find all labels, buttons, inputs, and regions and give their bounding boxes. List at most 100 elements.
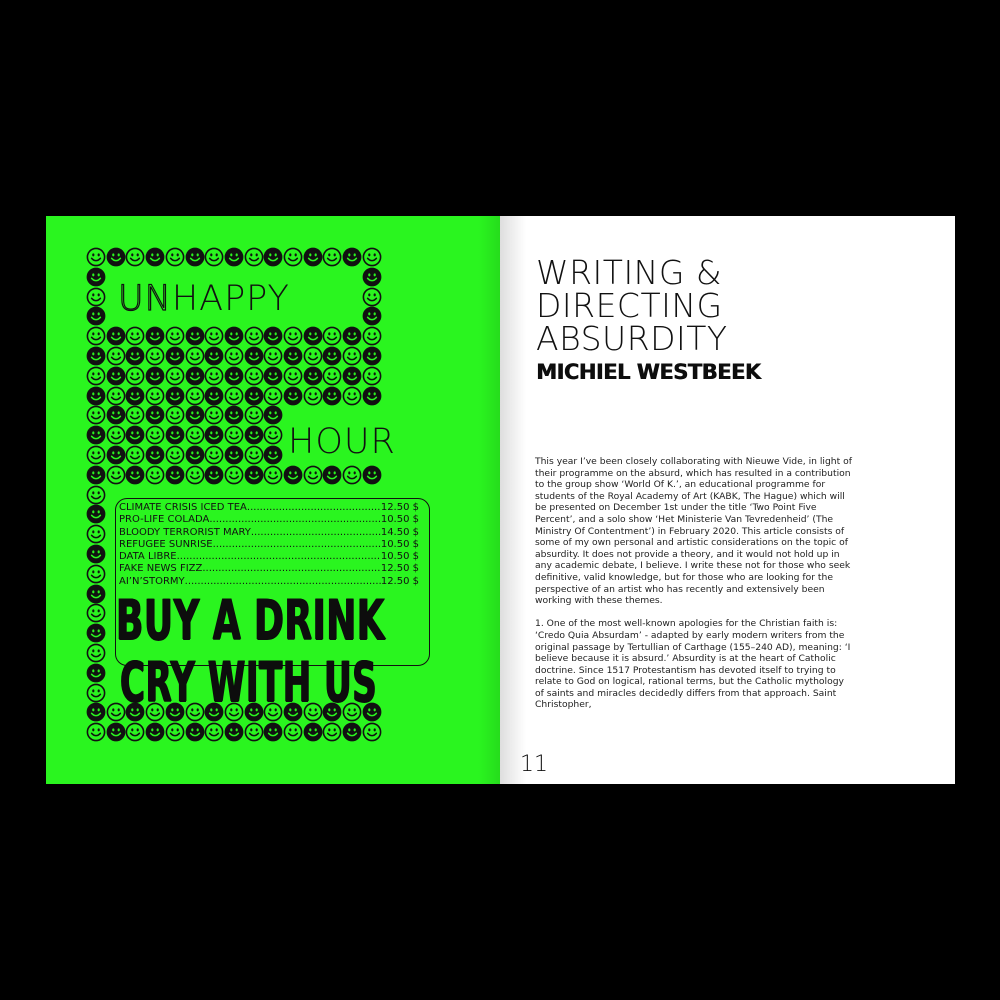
smiley-face-icon	[125, 465, 145, 485]
poster-title-hour: HOUR	[288, 422, 396, 462]
smiley-face-icon	[322, 722, 342, 742]
article-title-line: WRITING &	[536, 253, 723, 292]
smiley-face-icon	[362, 287, 382, 306]
smiley-face-icon	[86, 287, 106, 306]
smiley-face-icon	[362, 346, 382, 366]
smiley-face-icon	[263, 425, 283, 445]
smiley-face-icon	[86, 326, 106, 346]
smiley-face-icon	[106, 445, 126, 465]
menu-item-price: 12.50 $	[380, 575, 419, 587]
smiley-face-icon	[283, 247, 303, 267]
poster-title-happy: HAPPY	[171, 279, 290, 319]
smiley-face-icon	[263, 366, 283, 386]
smiley-face-icon	[322, 366, 342, 386]
smiley-face-icon	[125, 722, 145, 742]
smiley-face-icon	[86, 485, 106, 504]
smiley-face-icon	[165, 247, 185, 267]
smiley-face-icon	[165, 722, 185, 742]
smiley-face-icon	[106, 405, 126, 425]
smiley-face-icon	[263, 326, 283, 346]
smiley-face-icon	[263, 386, 283, 405]
smiley-face-icon	[125, 425, 145, 445]
menu-item-name: FAKE NEWS FIZZ	[119, 563, 203, 575]
smiley-face-icon	[86, 623, 106, 643]
smiley-face-icon	[303, 346, 323, 366]
smiley-face-icon	[86, 366, 106, 386]
smiley-face-icon	[362, 366, 382, 386]
smiley-face-icon	[362, 386, 382, 405]
smiley-face-icon	[263, 346, 283, 366]
smiley-face-icon	[263, 445, 283, 465]
smiley-face-icon	[125, 247, 145, 267]
smiley-face-icon	[86, 405, 106, 425]
smiley-face-icon	[86, 564, 106, 584]
smiley-face-icon	[185, 366, 204, 386]
smiley-face-icon	[322, 326, 342, 346]
smiley-face-icon	[322, 247, 342, 267]
smiley-face-icon	[362, 722, 382, 742]
smiley-face-icon	[224, 346, 244, 366]
menu-item-price: 10.50 $	[380, 551, 419, 563]
smiley-face-icon	[342, 326, 362, 346]
article-title: WRITING & DIRECTING ABSURDITY	[536, 256, 728, 355]
smiley-face-icon	[86, 603, 106, 623]
smiley-face-icon	[86, 267, 106, 287]
smiley-face-icon	[86, 346, 106, 366]
article-body: This year I’ve been closely collaboratin…	[535, 456, 855, 723]
smiley-face-icon	[224, 425, 244, 445]
smiley-face-icon	[86, 465, 106, 485]
smiley-face-icon	[185, 445, 204, 465]
drink-menu-list: CLIMATE CRISIS ICED TEA12.50 $PRO-LIFE C…	[119, 502, 419, 588]
menu-item: FAKE NEWS FIZZ 12.50 $	[119, 563, 419, 575]
menu-item-name: BLOODY TERRORIST MARY	[119, 526, 251, 538]
smiley-face-icon	[204, 425, 224, 445]
smiley-face-icon	[204, 386, 224, 405]
smiley-face-icon	[145, 425, 165, 445]
poster-title-un: UN	[117, 279, 172, 319]
smiley-face-icon	[322, 386, 342, 405]
smiley-face-icon	[244, 386, 263, 405]
smiley-face-icon	[86, 445, 106, 465]
smiley-face-icon	[145, 386, 165, 405]
smiley-face-icon	[204, 465, 224, 485]
smiley-face-icon	[86, 247, 106, 267]
magazine-spread: UNHAPPY HOUR CLIMATE CRISIS ICED TEA 12.5…	[46, 216, 955, 784]
smiley-face-icon	[86, 524, 106, 544]
menu-dot-leader	[185, 576, 381, 588]
smiley-face-icon	[362, 247, 382, 267]
smiley-face-icon	[303, 247, 323, 267]
article-paragraph: 1. One of the most well-known apologies …	[535, 618, 851, 711]
smiley-face-icon	[86, 643, 106, 663]
smiley-face-icon	[224, 722, 244, 742]
smiley-face-icon	[224, 386, 244, 405]
menu-dot-leader	[202, 563, 380, 575]
smiley-face-icon	[303, 465, 323, 485]
smiley-face-icon	[106, 722, 126, 742]
smiley-face-icon	[283, 465, 303, 485]
smiley-face-icon	[185, 405, 204, 425]
smiley-face-icon	[244, 366, 263, 386]
smiley-face-icon	[342, 366, 362, 386]
smiley-face-icon	[86, 425, 106, 445]
slogan-cry-with-us: CRY WITH US	[120, 650, 378, 715]
smiley-face-icon	[283, 722, 303, 742]
smiley-face-icon	[86, 504, 106, 524]
menu-dot-leader	[209, 514, 380, 526]
smiley-face-icon	[244, 445, 263, 465]
smiley-face-icon	[303, 326, 323, 346]
smiley-face-icon	[283, 386, 303, 405]
smiley-face-icon	[86, 584, 106, 603]
smiley-face-icon	[342, 346, 362, 366]
smiley-face-icon	[86, 702, 106, 722]
smiley-face-icon	[145, 405, 165, 425]
smiley-face-icon	[204, 346, 224, 366]
smiley-face-icon	[86, 683, 106, 702]
smiley-face-icon	[165, 445, 185, 465]
smiley-face-icon	[145, 366, 165, 386]
smiley-face-icon	[244, 425, 263, 445]
smiley-face-icon	[283, 346, 303, 366]
menu-item-name: REFUGEE SUNRISE	[119, 538, 213, 550]
menu-item-price: 10.50 $	[380, 538, 419, 550]
smiley-face-icon	[362, 267, 382, 287]
smiley-face-icon	[342, 465, 362, 485]
